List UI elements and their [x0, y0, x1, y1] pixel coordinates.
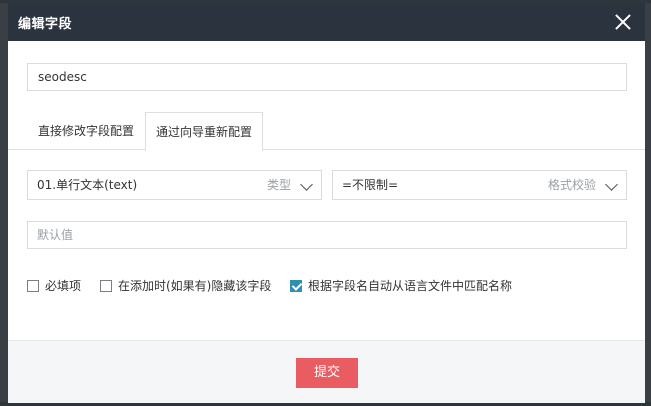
chevron-down-icon: [605, 178, 618, 191]
format-validation-select[interactable]: =不限制= 格式校验: [332, 170, 627, 200]
chevron-down-icon: [300, 178, 313, 191]
hide-on-add-label: 在添加时(如果有)隐藏该字段: [118, 279, 272, 293]
auto-match-name-label: 根据字段名自动从语言文件中匹配名称: [308, 279, 513, 293]
default-value-input[interactable]: 默认值: [27, 221, 627, 249]
close-icon[interactable]: [613, 12, 633, 32]
field-name-input[interactable]: seodesc: [27, 63, 627, 91]
submit-button[interactable]: 提交: [296, 358, 358, 388]
field-type-select[interactable]: 01.单行文本(text) 类型: [27, 170, 322, 200]
checkbox-checked-icon: [290, 279, 302, 292]
dialog-footer: 提交: [8, 340, 645, 403]
field-type-value: 01.单行文本(text): [37, 178, 138, 192]
dialog-title: 编辑字段: [18, 16, 73, 32]
checkbox-icon: [100, 279, 112, 292]
format-validation-hint: 格式校验: [547, 178, 596, 192]
hide-on-add-checkbox[interactable]: 在添加时(如果有)隐藏该字段: [100, 277, 271, 294]
edit-field-dialog: 编辑字段 seodesc 直接修改字段配置 通过向导重新配置 01.单行文本(t…: [8, 3, 645, 403]
auto-match-name-checkbox[interactable]: 根据字段名自动从语言文件中匹配名称: [290, 277, 512, 294]
checkbox-icon: [27, 279, 39, 292]
tab-bar: 直接修改字段配置 通过向导重新配置: [8, 112, 645, 151]
dialog-header: 编辑字段: [8, 3, 645, 41]
tab-wizard-reconfigure[interactable]: 通过向导重新配置: [145, 112, 263, 151]
field-type-hint: 类型: [266, 178, 291, 192]
format-validation-value: =不限制=: [342, 178, 399, 192]
tab-direct-edit[interactable]: 直接修改字段配置: [28, 112, 144, 150]
required-label: 必填项: [45, 279, 82, 293]
required-checkbox[interactable]: 必填项: [27, 277, 81, 294]
